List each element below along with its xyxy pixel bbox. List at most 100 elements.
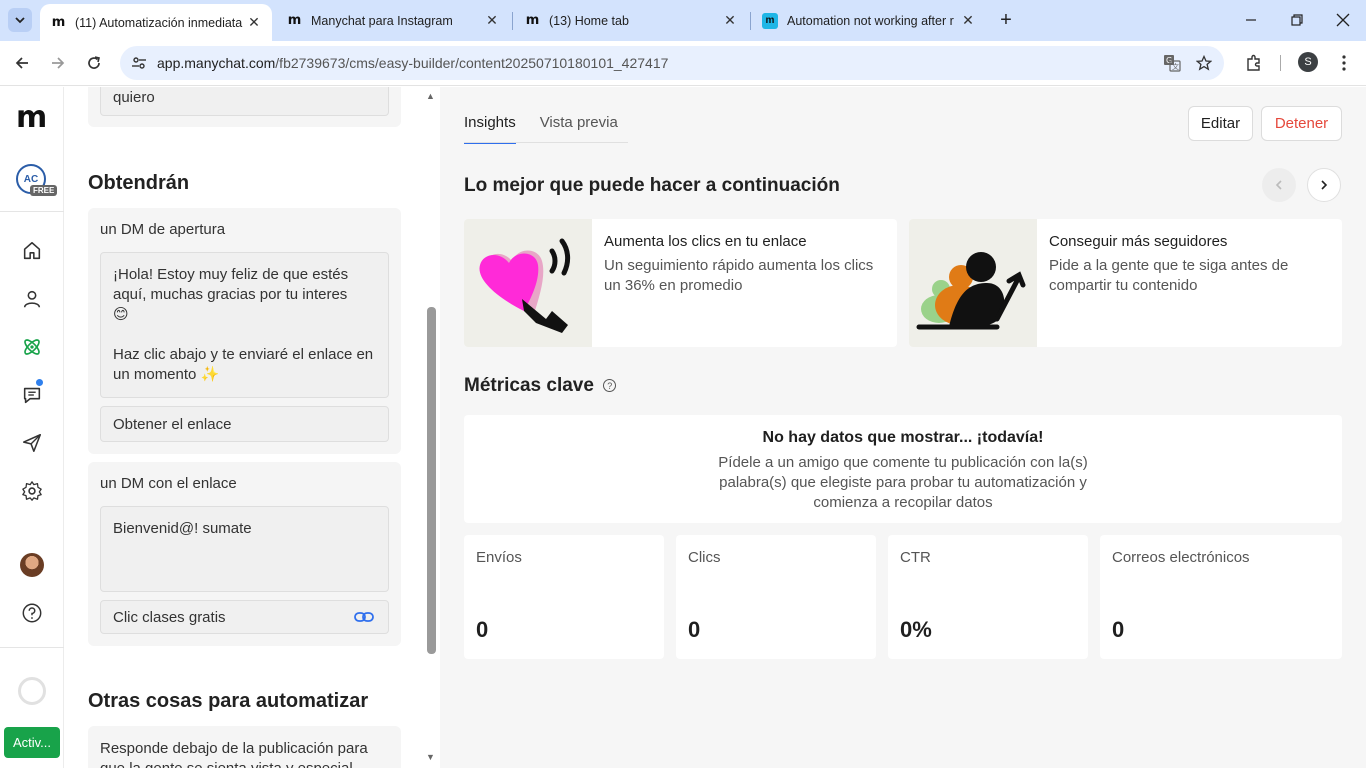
back-button[interactable]	[9, 50, 35, 76]
sidebar-item-help[interactable]	[20, 601, 44, 625]
metric-label: Envíos	[476, 549, 522, 566]
minimize-icon	[1246, 19, 1256, 21]
manychat-m-icon: m	[287, 13, 302, 28]
link-button-label: Clic clases gratis	[113, 609, 226, 626]
forward-button[interactable]	[45, 50, 71, 76]
metrics-heading-text: Métricas clave	[464, 375, 594, 396]
notification-dot	[36, 379, 43, 386]
progress-ring-icon[interactable]	[18, 677, 46, 705]
browser-tab[interactable]: m Manychat para Instagram ✕	[276, 0, 510, 41]
tab-search-button[interactable]	[8, 8, 32, 32]
question-icon[interactable]: ?	[603, 379, 617, 393]
heart-click-illustration	[464, 219, 592, 347]
bookmark-star-icon[interactable]	[1194, 53, 1214, 73]
metric-value: 0%	[900, 617, 932, 642]
activate-button[interactable]: Activ...	[4, 727, 60, 758]
carousel-prev-button[interactable]	[1262, 168, 1296, 202]
edit-button[interactable]: Editar	[1188, 106, 1253, 141]
close-window-button[interactable]	[1331, 8, 1355, 32]
sidebar-item-broadcasting[interactable]	[20, 431, 44, 455]
manychat-logo[interactable]: m	[16, 103, 47, 133]
close-icon[interactable]: ✕	[720, 11, 740, 31]
address-bar[interactable]: app.manychat.com/fb2739673/cms/easy-buil…	[120, 46, 1224, 80]
browser-menu-button[interactable]	[1332, 51, 1356, 75]
card-label: un DM con el enlace	[100, 475, 237, 492]
metrics-heading: Métricas clave ?	[464, 375, 617, 397]
sidebar-item-settings[interactable]	[20, 479, 44, 503]
restore-button[interactable]	[1285, 8, 1309, 32]
link-icon	[354, 612, 374, 622]
new-tab-button[interactable]: +	[995, 9, 1017, 31]
browser-tab[interactable]: m Automation not working after r ✕	[752, 0, 986, 41]
keyword-field[interactable]: quiero	[100, 87, 389, 116]
puzzle-icon	[1247, 54, 1260, 71]
metric-value: 0	[476, 617, 489, 642]
tab-title: Automation not working after r	[787, 13, 954, 28]
sidebar-item-home[interactable]	[20, 239, 44, 263]
trigger-card: quiero	[88, 87, 401, 127]
sidebar-item-contacts[interactable]	[20, 287, 44, 311]
suggestion-title: Conseguir más seguidores	[1049, 233, 1228, 250]
carousel-next-button[interactable]	[1307, 168, 1341, 202]
user-avatar[interactable]	[20, 553, 44, 577]
send-icon	[22, 433, 42, 453]
message-text: ¡Hola! Estoy muy feliz de que estés aquí…	[113, 266, 349, 303]
metric-card-sends: Envíos 0	[464, 535, 664, 659]
extensions-button[interactable]	[1242, 51, 1266, 75]
help-icon	[22, 603, 42, 623]
arrow-right-icon	[52, 57, 65, 69]
suggestion-card-clicks[interactable]: Aumenta los clics en tu enlace Un seguim…	[464, 219, 897, 347]
best-next-heading: Lo mejor que puede hacer a continuación	[464, 175, 840, 196]
opening-dm-card: un DM de apertura ¡Hola! Estoy muy feliz…	[88, 208, 401, 454]
section-heading-other: Otras cosas para automatizar	[88, 690, 369, 712]
tab-title: (11) Automatización inmediata	[75, 15, 243, 30]
sidebar-divider	[0, 211, 64, 212]
arrow-left-icon	[15, 57, 28, 69]
close-icon[interactable]: ✕	[244, 13, 264, 33]
card-label: un DM de apertura	[100, 221, 226, 238]
scrollbar-thumb[interactable]	[427, 307, 436, 654]
site-settings-icon[interactable]	[130, 54, 148, 72]
browser-tab-active[interactable]: m (11) Automatización inmediata ✕	[40, 4, 272, 41]
metric-card-emails: Correos electrónicos 0	[1100, 535, 1342, 659]
scroll-up-arrow-icon[interactable]: ▲	[426, 91, 435, 101]
suggestion-card-followers[interactable]: Conseguir más seguidores Pide a la gente…	[909, 219, 1342, 347]
other-automation-card[interactable]: Responde debajo de la publicación para q…	[88, 726, 401, 768]
sidebar-item-inbox[interactable]	[20, 383, 44, 407]
close-icon[interactable]: ✕	[482, 11, 502, 31]
stop-button[interactable]: Detener	[1261, 106, 1342, 141]
manychat-m-icon: m	[51, 15, 66, 30]
tab-preview[interactable]: Vista previa	[540, 114, 618, 144]
browser-tab[interactable]: m (13) Home tab ✕	[514, 0, 748, 41]
tab-divider	[512, 12, 513, 30]
scroll-down-arrow-icon[interactable]: ▼	[426, 752, 435, 762]
sparkles-emoji-icon: ✨	[200, 366, 220, 383]
profile-avatar[interactable]: S	[1298, 52, 1318, 72]
chat-icon	[23, 387, 41, 404]
get-link-button-field[interactable]: Obtener el enlace	[100, 406, 389, 442]
svg-text:文: 文	[1172, 62, 1179, 71]
close-icon[interactable]: ✕	[958, 11, 978, 31]
tab-insights[interactable]: Insights	[464, 114, 516, 144]
chevron-left-icon	[1275, 180, 1282, 190]
sidebar-item-automation[interactable]	[20, 335, 44, 359]
tab-title: (13) Home tab	[549, 13, 629, 28]
chevron-down-icon	[15, 17, 25, 24]
sidebar-divider	[0, 647, 64, 648]
manychat-m-icon: m	[525, 13, 540, 28]
metric-label: Clics	[688, 549, 721, 566]
link-button-field[interactable]: Clic clases gratis	[100, 600, 389, 634]
close-icon	[1336, 13, 1350, 27]
section-heading-obtendran: Obtendrán	[88, 172, 190, 194]
tab-title: Manychat para Instagram	[311, 13, 453, 28]
suggestion-description: Un seguimiento rápido aumenta los clics …	[604, 257, 874, 294]
message-text: Haz clic abajo y te enviaré el enlace en…	[113, 346, 374, 383]
opening-message-field[interactable]: ¡Hola! Estoy muy feliz de que estés aquí…	[100, 252, 389, 398]
minimize-button[interactable]	[1239, 8, 1263, 32]
metric-value: 0	[688, 617, 701, 642]
url-text: app.manychat.com/fb2739673/cms/easy-buil…	[157, 55, 668, 71]
translate-icon[interactable]: G文	[1162, 53, 1182, 73]
insights-panel: Insights Vista previa Editar Detener Lo …	[440, 87, 1366, 768]
link-message-field[interactable]: Bienvenid@! sumate	[100, 506, 389, 592]
reload-button[interactable]	[81, 50, 107, 76]
